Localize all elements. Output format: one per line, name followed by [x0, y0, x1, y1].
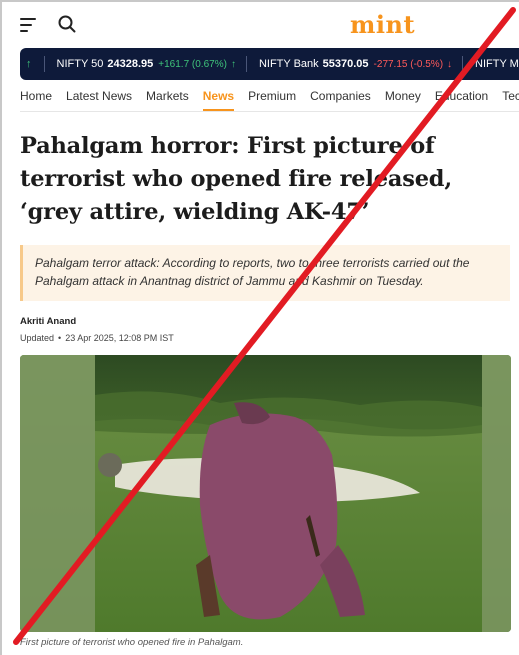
author-name[interactable]: Akriti Anand — [20, 316, 76, 327]
bullet-separator: • — [58, 333, 62, 343]
article-summary: Pahalgam terror attack: According to rep… — [20, 245, 510, 301]
nav-item-markets[interactable]: Markets — [146, 89, 189, 111]
nav-item-technology[interactable]: Technology — [502, 89, 519, 111]
ticker-change: -277.15 (-0.5%) — [373, 58, 444, 70]
article-headline: Pahalgam horror: First picture of terror… — [20, 133, 452, 225]
nav-item-money[interactable]: Money — [385, 89, 421, 111]
nav-item-education[interactable]: Education — [435, 89, 488, 111]
ticker-name: NIFTY Midcap 100 — [475, 58, 519, 70]
nav-item-companies[interactable]: Companies — [310, 89, 371, 111]
page-frame: mint ↑ NIFTY 50 24328.95 +161.7 (0.67%) … — [0, 0, 519, 655]
ticker-divider — [462, 56, 464, 72]
arrow-down-icon: ↓ — [447, 58, 453, 70]
hamburger-menu-icon[interactable] — [20, 16, 38, 32]
updated-time: 23 Apr 2025, 12:08 PM IST — [65, 333, 174, 343]
article-photo-illustration — [20, 355, 511, 632]
nav-item-news[interactable]: News — [202, 89, 235, 111]
nav-item-home[interactable]: Home — [20, 89, 52, 111]
updated-timestamp: Updated • 23 Apr 2025, 12:08 PM IST — [20, 333, 174, 343]
ticker-divider — [245, 56, 247, 72]
mint-logo[interactable]: mint — [350, 10, 415, 39]
ticker-name: NIFTY Bank — [258, 58, 319, 70]
ticker-change: +161.7 (0.67%) — [158, 58, 227, 70]
ticker-divider — [43, 56, 45, 72]
arrow-up-icon: ↑ — [230, 58, 236, 70]
ticker-value: 55370.05 — [322, 58, 369, 70]
ticker-value: 24328.95 — [107, 58, 154, 70]
search-icon[interactable] — [58, 15, 76, 33]
market-ticker[interactable]: ↑ NIFTY 50 24328.95 +161.7 (0.67%) ↑ NIF… — [20, 48, 519, 80]
ticker-lead-arrow-icon: ↑ — [26, 58, 32, 70]
section-nav: Home Latest News Markets News Premium Co… — [20, 82, 519, 112]
ticker-item-nifty-midcap[interactable]: NIFTY Midcap 100 — [475, 58, 519, 70]
ticker-item-nifty-bank[interactable]: NIFTY Bank 55370.05 -277.15 (-0.5%) ↓ — [259, 58, 456, 70]
article-image[interactable] — [20, 355, 511, 632]
nav-item-latest-news[interactable]: Latest News — [66, 89, 132, 111]
updated-label: Updated — [20, 333, 55, 343]
ticker-item-nifty-50[interactable]: NIFTY 50 24328.95 +161.7 (0.67%) ↑ — [57, 58, 240, 70]
nav-item-premium[interactable]: Premium — [248, 89, 296, 111]
image-caption: First picture of terrorist who opened fi… — [20, 637, 244, 648]
top-bar: mint — [2, 2, 519, 46]
ticker-name: NIFTY 50 — [56, 58, 104, 70]
